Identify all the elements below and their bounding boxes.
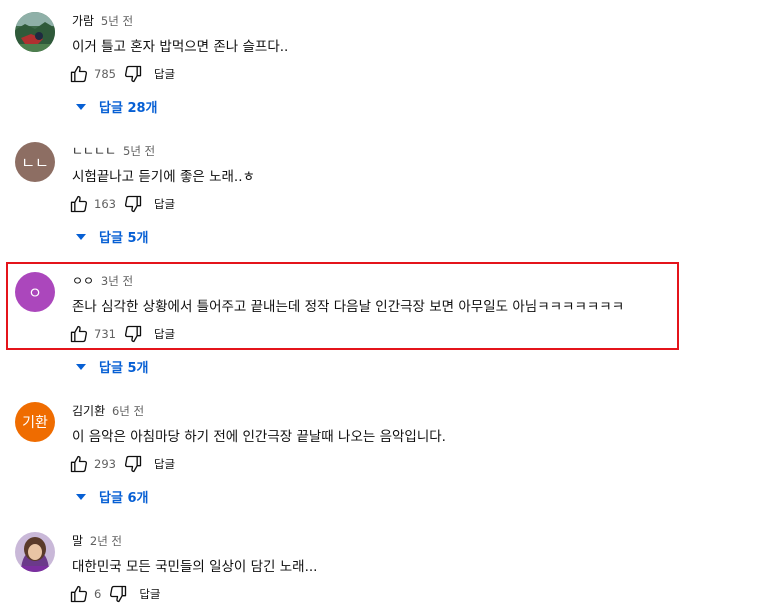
view-replies-button[interactable]: 답글 6개 <box>76 486 148 506</box>
thumbs-up-icon <box>70 195 88 213</box>
like-button[interactable] <box>68 193 90 215</box>
dislike-button[interactable] <box>122 63 144 85</box>
view-replies-button[interactable]: 답글 5개 <box>76 226 148 246</box>
comment-actions: 293 답글 <box>68 453 175 475</box>
avatar-initials: 기환 <box>22 415 48 431</box>
comment-meta: ㄴㄴㄴㄴ 5년 전 <box>72 142 155 159</box>
thumbs-up-icon <box>70 325 88 343</box>
caret-down-icon <box>76 494 86 500</box>
comment-text: 대한민국 모든 국민들의 일상이 담긴 노래... <box>72 559 318 575</box>
avatar[interactable]: ㄴㄴ <box>15 142 55 182</box>
avatar-initials: ㅇ <box>28 283 42 302</box>
replies-label: 답글 6개 <box>99 490 149 506</box>
author-name[interactable]: 김기환 <box>72 404 105 418</box>
timestamp[interactable]: 3년 전 <box>101 274 133 288</box>
comment-actions: 731 답글 <box>68 323 175 345</box>
comment-actions: 6 답글 <box>68 583 161 605</box>
landscape-photo-avatar-icon <box>15 12 55 52</box>
avatar-initials: ㄴㄴ <box>21 153 49 172</box>
reply-button[interactable]: 답글 <box>154 196 175 212</box>
thumbs-down-icon <box>124 195 142 213</box>
reply-button[interactable]: 답글 <box>154 326 175 342</box>
caret-down-icon <box>76 364 86 370</box>
thumbs-down-icon <box>124 455 142 473</box>
timestamp[interactable]: 2년 전 <box>90 534 122 548</box>
thumbs-down-icon <box>124 65 142 83</box>
like-count: 6 <box>94 587 102 601</box>
thumbs-up-icon <box>70 65 88 83</box>
comment-text: 이 음악은 아침마당 하기 전에 인간극장 끝날때 나오는 음악입니다. <box>72 429 446 445</box>
thumbs-up-icon <box>70 455 88 473</box>
avatar[interactable]: ㅇ <box>15 272 55 312</box>
comment-meta: 말 2년 전 <box>72 532 122 549</box>
comment-actions: 163 답글 <box>68 193 175 215</box>
like-count: 785 <box>94 67 116 81</box>
comment-text: 존나 심각한 상황에서 틀어주고 끝내는데 정작 다음날 인간극장 보면 아무일… <box>72 299 625 315</box>
dislike-button[interactable] <box>122 323 144 345</box>
like-button[interactable] <box>68 583 90 605</box>
comment-actions: 785 답글 <box>68 63 175 85</box>
like-button[interactable] <box>68 63 90 85</box>
thumbs-down-icon <box>124 325 142 343</box>
like-button[interactable] <box>68 453 90 475</box>
author-name[interactable]: ㅇㅇ <box>72 274 94 288</box>
timestamp[interactable]: 5년 전 <box>123 144 155 158</box>
timestamp[interactable]: 6년 전 <box>112 404 144 418</box>
person-photo-avatar-icon <box>15 532 55 572</box>
comment-meta: 가람 5년 전 <box>72 12 133 29</box>
replies-label: 답글 5개 <box>99 230 149 246</box>
thumbs-up-icon <box>70 585 88 603</box>
reply-button[interactable]: 답글 <box>154 66 175 82</box>
replies-label: 답글 5개 <box>99 360 149 376</box>
view-replies-button[interactable]: 답글 28개 <box>76 96 158 116</box>
replies-label: 답글 28개 <box>99 100 158 116</box>
avatar[interactable] <box>15 532 55 572</box>
author-name[interactable]: ㄴㄴㄴㄴ <box>72 144 116 158</box>
caret-down-icon <box>76 104 86 110</box>
dislike-button[interactable] <box>107 583 129 605</box>
avatar[interactable] <box>15 12 55 52</box>
dislike-button[interactable] <box>122 453 144 475</box>
like-button[interactable] <box>68 323 90 345</box>
avatar[interactable]: 기환 <box>15 402 55 442</box>
dislike-button[interactable] <box>122 193 144 215</box>
caret-down-icon <box>76 234 86 240</box>
like-count: 731 <box>94 327 116 341</box>
view-replies-button[interactable]: 답글 5개 <box>76 356 148 376</box>
comment-meta: ㅇㅇ 3년 전 <box>72 272 133 289</box>
like-count: 163 <box>94 197 116 211</box>
comment-meta: 김기환 6년 전 <box>72 402 144 419</box>
timestamp[interactable]: 5년 전 <box>101 14 133 28</box>
thumbs-down-icon <box>110 585 127 603</box>
reply-button[interactable]: 답글 <box>139 586 160 602</box>
author-name[interactable]: 가람 <box>72 14 94 28</box>
comment-text: 이거 틀고 혼자 밥먹으면 존나 슬프다.. <box>72 39 289 55</box>
author-name[interactable]: 말 <box>72 534 83 548</box>
reply-button[interactable]: 답글 <box>154 456 175 472</box>
comment-text: 시험끝나고 듣기에 좋은 노래..ㅎ <box>72 169 255 185</box>
like-count: 293 <box>94 457 116 471</box>
